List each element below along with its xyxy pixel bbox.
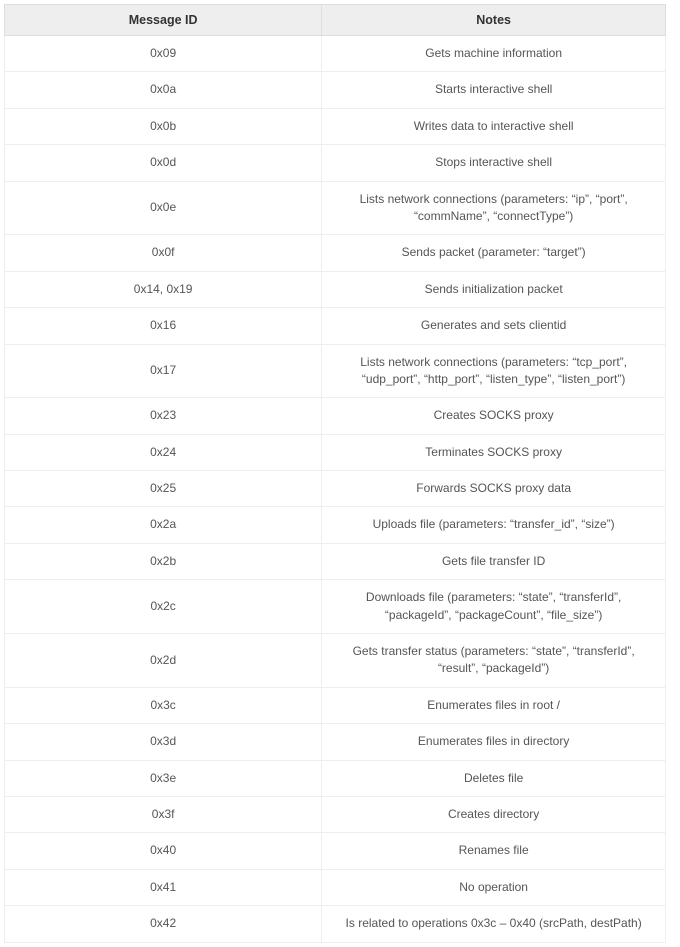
cell-notes: Starts interactive shell [322, 72, 666, 108]
table-row: 0x3dEnumerates files in directory [5, 724, 666, 760]
cell-message-id: 0x3c [5, 687, 322, 723]
table-row: 0x2aUploads file (parameters: “transfer_… [5, 507, 666, 543]
cell-notes: No operation [322, 869, 666, 905]
cell-notes: Enumerates files in directory [322, 724, 666, 760]
table-row: 0x2cDownloads file (parameters: “state”,… [5, 580, 666, 634]
cell-notes: Downloads file (parameters: “state”, “tr… [322, 580, 666, 634]
cell-notes: Writes data to interactive shell [322, 108, 666, 144]
cell-notes: Terminates SOCKS proxy [322, 434, 666, 470]
cell-message-id: 0x2b [5, 543, 322, 579]
table-header-row: Message ID Notes [5, 5, 666, 36]
table-row: 0x24Terminates SOCKS proxy [5, 434, 666, 470]
cell-notes: Sends initialization packet [322, 271, 666, 307]
cell-notes: Enumerates files in root / [322, 687, 666, 723]
cell-message-id: 0x0a [5, 72, 322, 108]
cell-notes: Gets machine information [322, 36, 666, 72]
cell-notes: Gets transfer status (parameters: “state… [322, 634, 666, 688]
table-row: 0x3eDeletes file [5, 760, 666, 796]
cell-message-id: 0x25 [5, 471, 322, 507]
cell-notes: Forwards SOCKS proxy data [322, 471, 666, 507]
table-row: 0x2bGets file transfer ID [5, 543, 666, 579]
table-row: 0x17Lists network connections (parameter… [5, 344, 666, 398]
table-body: 0x09Gets machine information0x0aStarts i… [5, 36, 666, 943]
cell-notes: Uploads file (parameters: “transfer_id”,… [322, 507, 666, 543]
cell-message-id: 0x17 [5, 344, 322, 398]
cell-message-id: 0x2d [5, 634, 322, 688]
table-row: 0x0fSends packet (parameter: “target”) [5, 235, 666, 271]
cell-message-id: 0x23 [5, 398, 322, 434]
cell-message-id: 0x2a [5, 507, 322, 543]
cell-message-id: 0x41 [5, 869, 322, 905]
cell-message-id: 0x24 [5, 434, 322, 470]
table-row: 0x3cEnumerates files in root / [5, 687, 666, 723]
cell-notes: Generates and sets clientid [322, 308, 666, 344]
cell-message-id: 0x0e [5, 181, 322, 235]
cell-notes: Stops interactive shell [322, 145, 666, 181]
cell-message-id: 0x16 [5, 308, 322, 344]
header-message-id: Message ID [5, 5, 322, 36]
cell-message-id: 0x14, 0x19 [5, 271, 322, 307]
table-row: 0x25Forwards SOCKS proxy data [5, 471, 666, 507]
cell-message-id: 0x3d [5, 724, 322, 760]
cell-notes: Gets file transfer ID [322, 543, 666, 579]
table-row: 0x16Generates and sets clientid [5, 308, 666, 344]
table-row: 0x40Renames file [5, 833, 666, 869]
cell-message-id: 0x2c [5, 580, 322, 634]
cell-notes: Sends packet (parameter: “target”) [322, 235, 666, 271]
cell-message-id: 0x09 [5, 36, 322, 72]
cell-message-id: 0x0b [5, 108, 322, 144]
table-row: 0x09Gets machine information [5, 36, 666, 72]
cell-notes: Lists network connections (parameters: “… [322, 344, 666, 398]
cell-notes: Creates directory [322, 796, 666, 832]
table-row: 0x23Creates SOCKS proxy [5, 398, 666, 434]
table-row: 0x0dStops interactive shell [5, 145, 666, 181]
table-row: 0x0aStarts interactive shell [5, 72, 666, 108]
cell-message-id: 0x3e [5, 760, 322, 796]
header-notes: Notes [322, 5, 666, 36]
table-row: 0x0bWrites data to interactive shell [5, 108, 666, 144]
table-row: 0x2dGets transfer status (parameters: “s… [5, 634, 666, 688]
cell-notes: Creates SOCKS proxy [322, 398, 666, 434]
cell-notes: Is related to operations 0x3c – 0x40 (sr… [322, 906, 666, 942]
cell-notes: Lists network connections (parameters: “… [322, 181, 666, 235]
table-row: 0x14, 0x19Sends initialization packet [5, 271, 666, 307]
cell-message-id: 0x40 [5, 833, 322, 869]
cell-message-id: 0x0d [5, 145, 322, 181]
cell-message-id: 0x0f [5, 235, 322, 271]
cell-notes: Deletes file [322, 760, 666, 796]
table-row: 0x42Is related to operations 0x3c – 0x40… [5, 906, 666, 942]
cell-message-id: 0x3f [5, 796, 322, 832]
table-row: 0x41No operation [5, 869, 666, 905]
table-row: 0x3fCreates directory [5, 796, 666, 832]
cell-notes: Renames file [322, 833, 666, 869]
table-row: 0x0eLists network connections (parameter… [5, 181, 666, 235]
cell-message-id: 0x42 [5, 906, 322, 942]
message-table: Message ID Notes 0x09Gets machine inform… [4, 4, 666, 943]
